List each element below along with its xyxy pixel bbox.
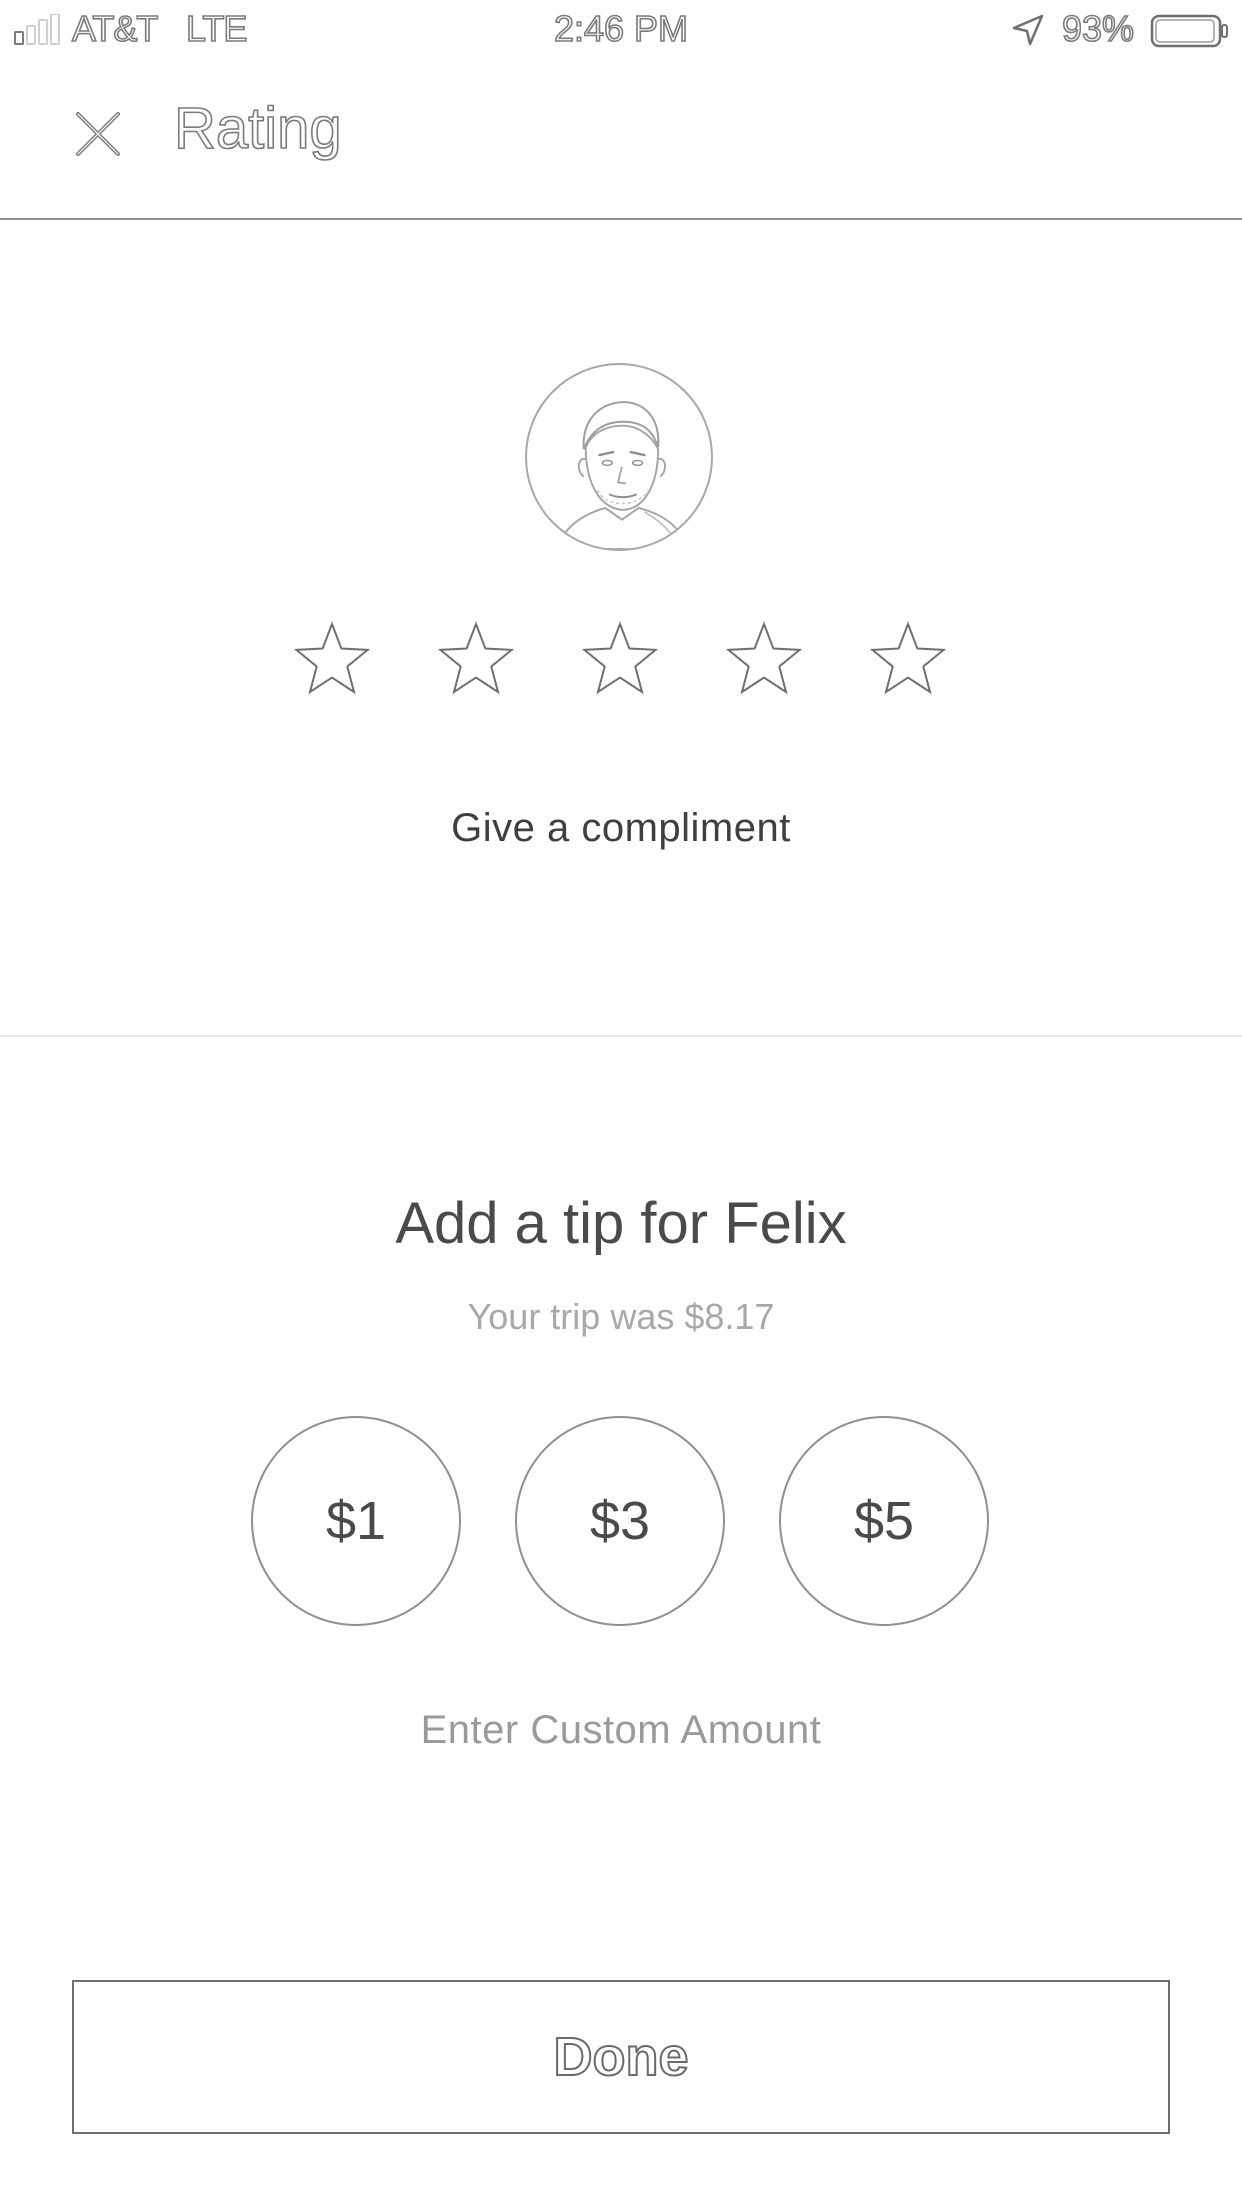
star-4-icon[interactable]	[724, 620, 804, 700]
done-button[interactable]: Done	[72, 1980, 1170, 2134]
status-bar: AT&T LTE 2:46 PM 93%	[0, 0, 1242, 62]
done-button-label: Done	[553, 2026, 690, 2088]
battery-icon	[1150, 14, 1228, 48]
tip-option-5-button[interactable]: $5	[779, 1416, 989, 1626]
driver-avatar	[525, 363, 713, 551]
status-time: 2:46 PM	[553, 7, 689, 50]
driver-photo-icon	[555, 401, 689, 549]
tip-option-3-button[interactable]: $3	[515, 1416, 725, 1626]
star-2-icon[interactable]	[436, 620, 516, 700]
star-3-icon[interactable]	[580, 620, 660, 700]
page-title: Rating	[173, 96, 342, 161]
star-rating	[0, 620, 1242, 710]
location-arrow-icon	[1012, 14, 1044, 46]
section-divider	[0, 1035, 1242, 1037]
close-icon[interactable]	[70, 106, 126, 162]
trip-fare-text: Your trip was $8.17	[467, 1296, 775, 1337]
custom-amount-link[interactable]: Enter Custom Amount	[0, 1708, 1242, 1753]
tip-title: Add a tip for Felix	[395, 1191, 847, 1256]
give-compliment-link[interactable]: Give a compliment	[0, 806, 1242, 851]
header-bar: Rating	[0, 62, 1242, 220]
tip-option-1-button[interactable]: $1	[251, 1416, 461, 1626]
star-1-icon[interactable]	[292, 620, 372, 700]
battery-percent: 93%	[1061, 7, 1135, 50]
star-5-icon[interactable]	[868, 620, 948, 700]
